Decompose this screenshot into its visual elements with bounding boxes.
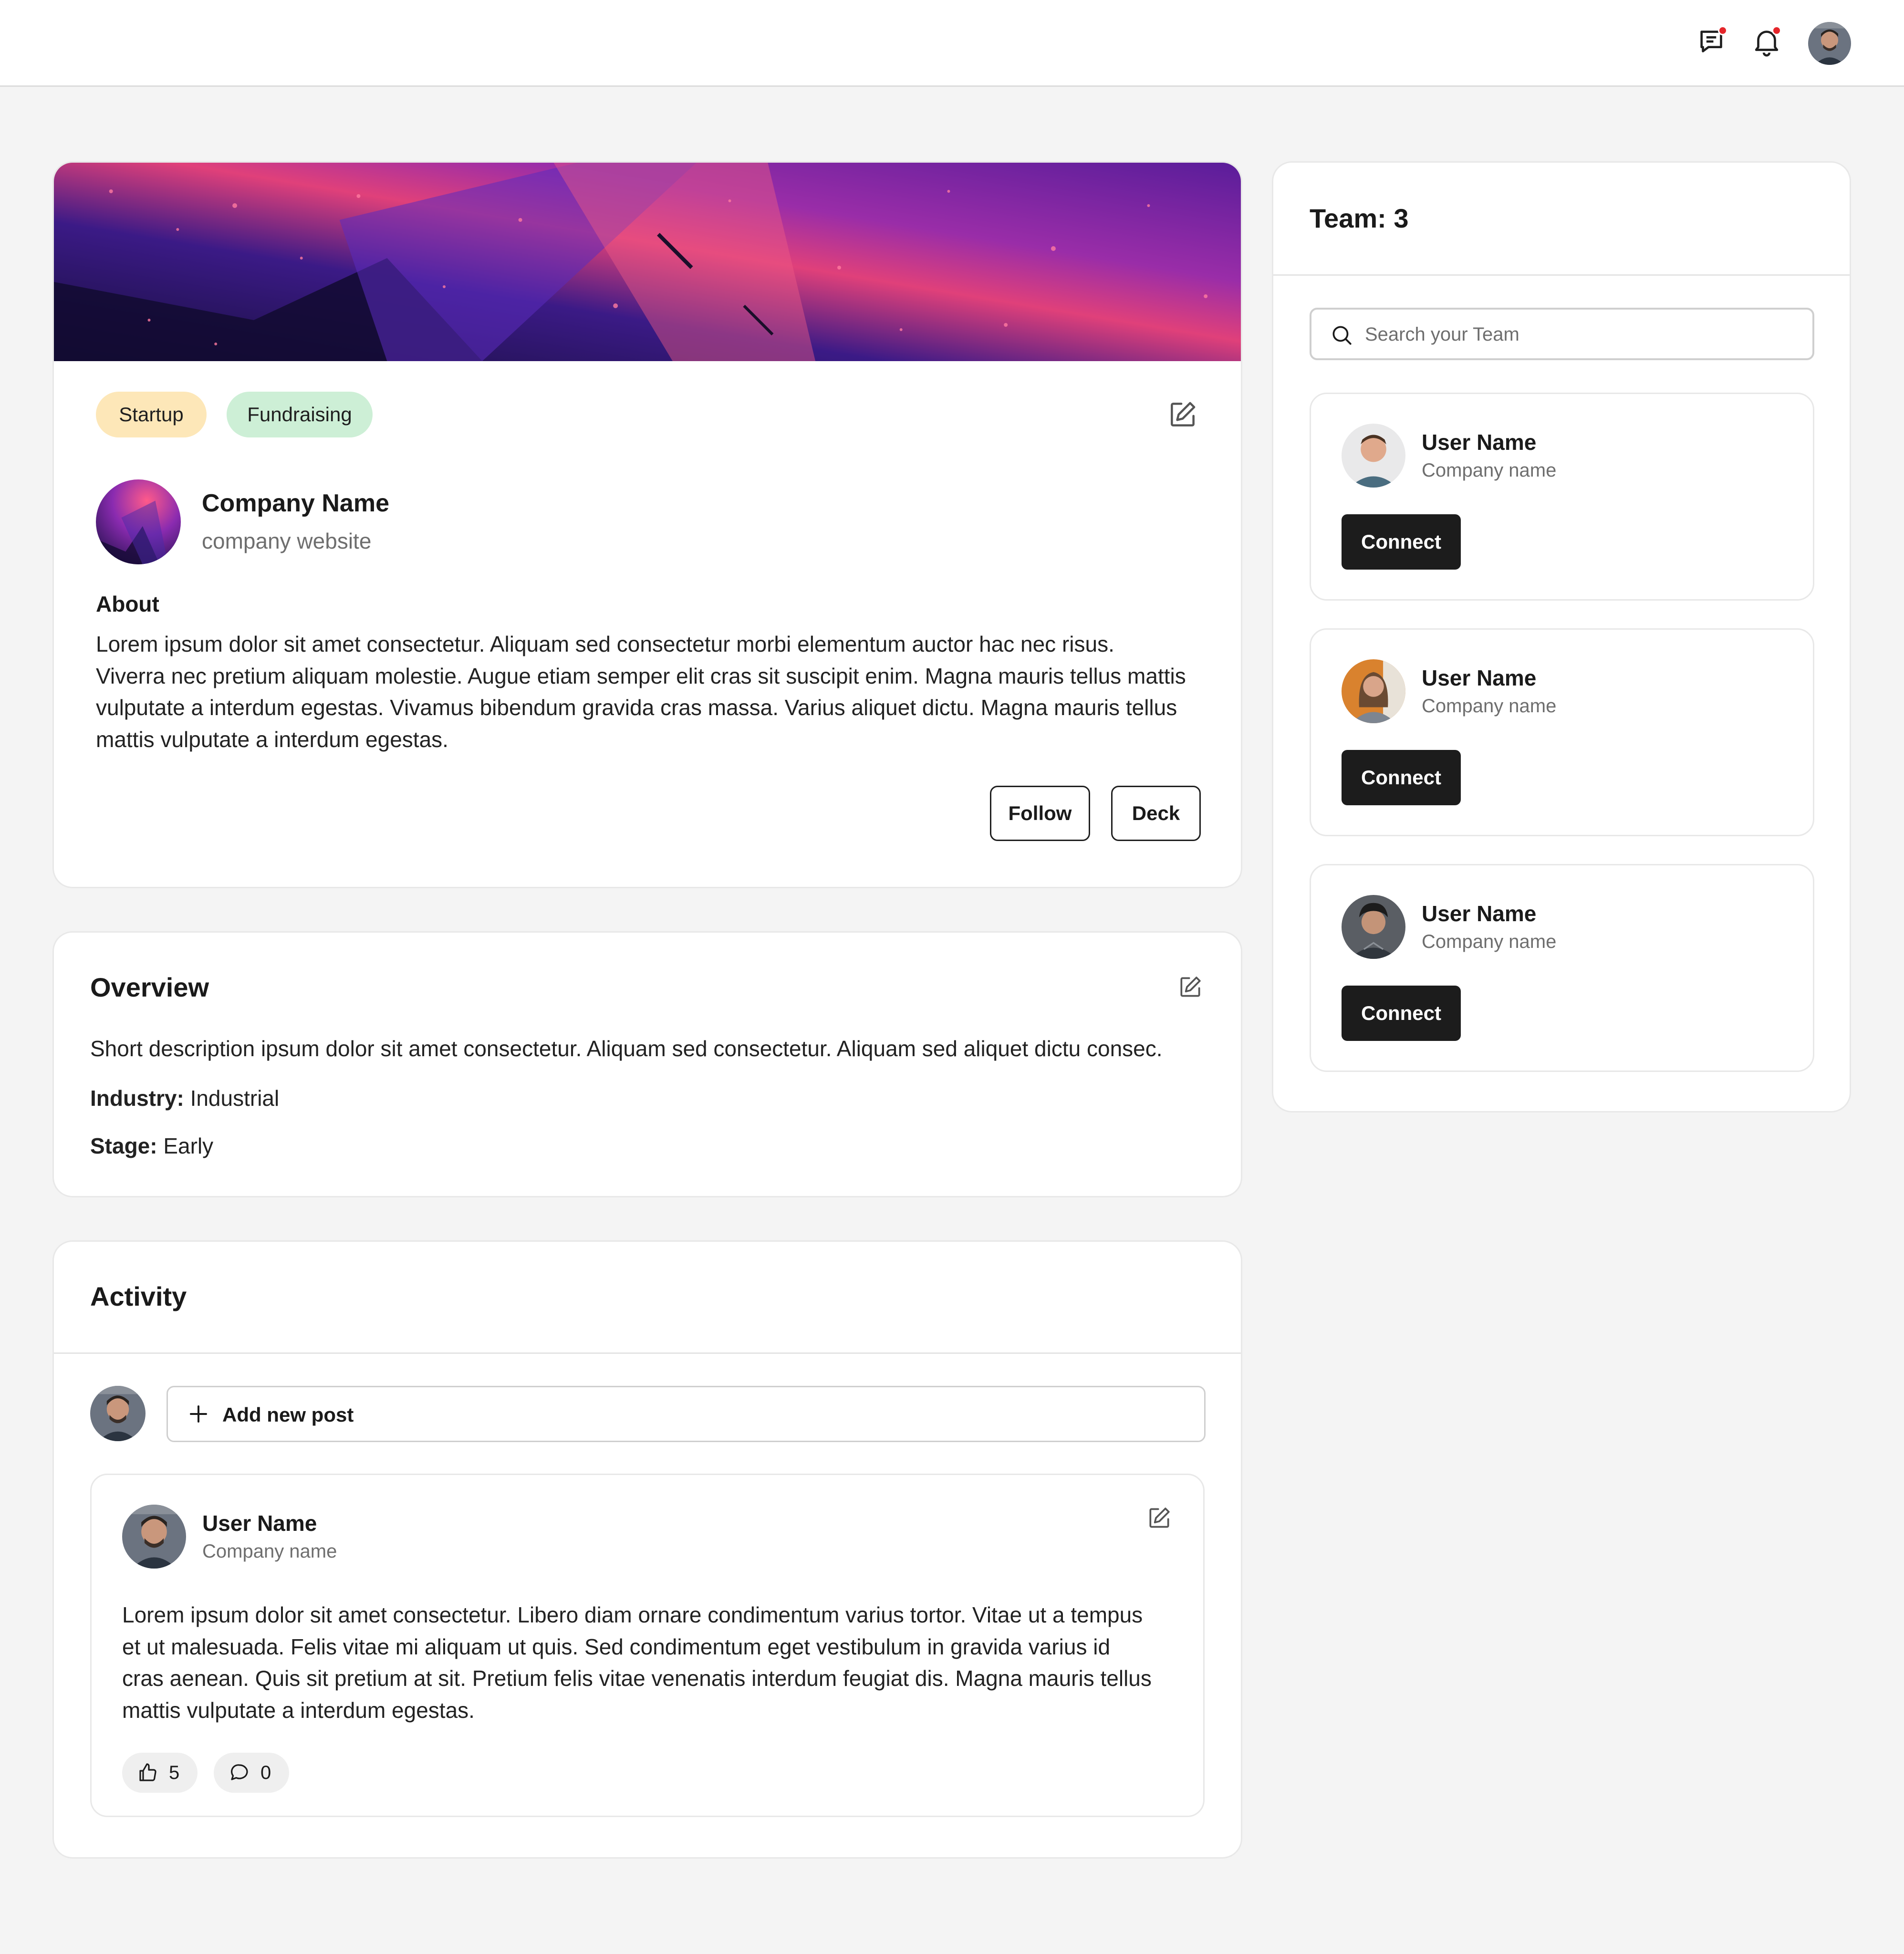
team-search-input[interactable]: Search your Team xyxy=(1310,308,1814,360)
overview-description: Short description ipsum dolor sit amet c… xyxy=(90,1036,1163,1061)
search-icon xyxy=(1330,323,1353,347)
company-website[interactable]: company website xyxy=(202,528,371,554)
post-text: Lorem ipsum dolor sit amet consectetur. … xyxy=(122,1602,1152,1723)
like-button[interactable]: 5 xyxy=(122,1753,198,1793)
connect-button[interactable]: Connect xyxy=(1342,750,1461,805)
company-card: Startup Fundraising Company Name company… xyxy=(52,161,1242,888)
team-member-card: User Name Company name Connect xyxy=(1310,393,1814,601)
stage-row: Stage: Early xyxy=(90,1133,213,1159)
activity-title: Activity xyxy=(90,1281,187,1311)
industry-row: Industry: Industrial xyxy=(90,1085,279,1111)
member-avatar xyxy=(1342,895,1405,959)
overview-title: Overview xyxy=(90,972,209,1002)
edit-icon[interactable] xyxy=(1166,398,1199,431)
add-post-input[interactable]: Add new post xyxy=(166,1386,1206,1442)
add-post-label: Add new post xyxy=(222,1403,354,1426)
user-avatar[interactable] xyxy=(1808,22,1851,65)
like-count: 5 xyxy=(169,1762,180,1783)
team-member-card: User Name Company name Connect xyxy=(1310,628,1814,836)
connect-button[interactable]: Connect xyxy=(1342,986,1461,1041)
notification-dot xyxy=(1772,26,1781,35)
comment-button[interactable]: 0 xyxy=(214,1753,289,1793)
post-author-company: Company name xyxy=(202,1541,337,1562)
plus-icon xyxy=(187,1403,210,1425)
bell-icon[interactable] xyxy=(1750,25,1783,58)
team-card: Team: 3 Search your Team User Name Compa… xyxy=(1272,161,1851,1112)
notification-dot xyxy=(1718,26,1727,35)
about-text: Lorem ipsum dolor sit amet consectetur. … xyxy=(96,632,1186,752)
edit-icon[interactable] xyxy=(1146,1505,1173,1531)
messages-icon[interactable] xyxy=(1696,25,1729,58)
overview-card: Overview Short description ipsum dolor s… xyxy=(52,931,1242,1197)
activity-divider xyxy=(54,1352,1241,1354)
member-avatar xyxy=(1342,659,1405,723)
comment-icon xyxy=(228,1761,251,1784)
company-name: Company Name xyxy=(202,489,389,517)
stage-label: Stage: xyxy=(90,1133,157,1158)
top-bar xyxy=(0,0,1904,87)
tag-fundraising: Fundraising xyxy=(227,392,373,437)
cover-image xyxy=(54,163,1241,361)
industry-label: Industry: xyxy=(90,1086,184,1111)
post-author-name[interactable]: User Name xyxy=(202,1510,317,1536)
team-member-card: User Name Company name Connect xyxy=(1310,864,1814,1072)
edit-icon[interactable] xyxy=(1177,974,1204,1000)
member-name[interactable]: User Name xyxy=(1422,665,1536,691)
comment-count: 0 xyxy=(260,1762,271,1783)
member-avatar xyxy=(1342,424,1405,488)
thumbs-up-icon xyxy=(136,1761,159,1784)
post-author-avatar xyxy=(122,1505,186,1569)
search-placeholder: Search your Team xyxy=(1365,324,1519,345)
team-divider xyxy=(1273,274,1850,276)
company-logo xyxy=(96,479,181,564)
connect-button[interactable]: Connect xyxy=(1342,514,1461,570)
industry-value: Industrial xyxy=(190,1086,280,1111)
member-company: Company name xyxy=(1422,931,1557,952)
deck-button[interactable]: Deck xyxy=(1111,786,1201,841)
activity-card: Activity Add new post User Name Company … xyxy=(52,1240,1242,1859)
member-company: Company name xyxy=(1422,460,1557,481)
tag-startup: Startup xyxy=(96,392,207,437)
member-name[interactable]: User Name xyxy=(1422,429,1536,455)
follow-button[interactable]: Follow xyxy=(990,786,1090,841)
stage-value: Early xyxy=(163,1133,214,1158)
about-heading: About xyxy=(96,592,159,616)
member-company: Company name xyxy=(1422,696,1557,717)
team-title: Team: 3 xyxy=(1310,203,1409,233)
member-name[interactable]: User Name xyxy=(1422,901,1536,926)
my-avatar xyxy=(90,1386,146,1441)
post-card: User Name Company name Lorem ipsum dolor… xyxy=(90,1474,1205,1817)
